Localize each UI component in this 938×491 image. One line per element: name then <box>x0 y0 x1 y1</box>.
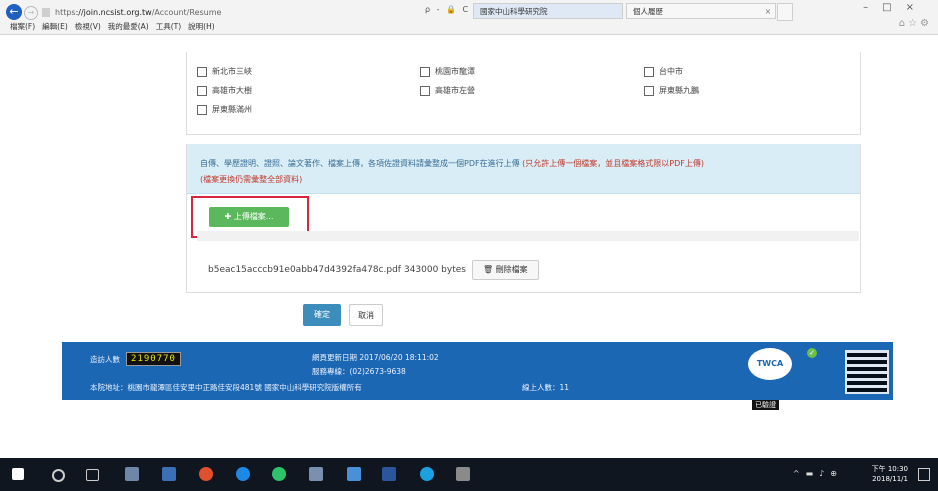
url-scheme: https <box>55 7 76 17</box>
visits-count: 2190770 <box>126 352 181 366</box>
file-size: 343000 bytes <box>403 265 466 275</box>
chrome-icon[interactable] <box>199 467 213 481</box>
toolbar-icons[interactable]: ⌂☆⚙ <box>899 18 932 29</box>
location-option[interactable]: 桃園市龍潭 <box>420 66 475 77</box>
address-actions[interactable]: ρ - 🔒 C <box>425 5 470 14</box>
system-tray-icons[interactable]: ^▬♪⊕ <box>793 469 843 478</box>
notice-note: (檔案更換仍需彙整全部資料) <box>200 175 303 184</box>
menu-edit[interactable]: 編輯(E) <box>42 21 68 32</box>
url-host: ://join.ncsist.org.tw <box>75 7 152 17</box>
location-option[interactable]: 高雄市大樹 <box>197 85 252 96</box>
confirm-button[interactable]: 確定 <box>303 304 341 326</box>
menu-favorites[interactable]: 我的最愛(A) <box>108 21 149 32</box>
notice-highlight: (只允許上傳一個檔案，並且檔案格式限以PDF上傳) <box>522 159 704 168</box>
upload-notice: 自傳、學歷證明、證照、論文著作、檔案上傳，各項佐證資料請彙整成一個PDF在進行上… <box>187 144 860 194</box>
menu-help[interactable]: 說明(H) <box>188 21 215 32</box>
clock-date: 2018/11/1 <box>872 475 908 483</box>
location-label: 高雄市左營 <box>435 86 475 95</box>
tab-label: 個人履歷 <box>633 7 663 16</box>
tab-ncsist[interactable]: 國家中山科學研究院 <box>473 3 623 19</box>
forward-arrow-icon[interactable]: → <box>24 6 38 20</box>
plus-icon: ✚ <box>224 212 234 221</box>
checkbox[interactable] <box>644 66 654 77</box>
delete-file-button[interactable]: 🗑 刪除檔案 <box>471 260 539 280</box>
clock-time: 下午 10:30 <box>871 465 908 473</box>
menu-view[interactable]: 檢視(V) <box>75 21 101 32</box>
start-icon[interactable] <box>12 468 24 480</box>
location-label: 屏東縣九鵬 <box>659 86 699 95</box>
notice-main: 自傳、學歷證明、證照、論文著作、檔案上傳，各項佐證資料請彙整成一個PDF在進行上… <box>200 159 520 168</box>
online-count: 11 <box>559 383 570 392</box>
location-option[interactable]: 高雄市左營 <box>420 85 475 96</box>
window-controls[interactable]: –□× <box>863 2 928 13</box>
app-icon[interactable] <box>162 467 176 481</box>
trash-icon: 🗑 <box>482 265 496 274</box>
uploaded-file-row: b5eac15acccb91e0abb47d4392fa478c.pdf 343… <box>208 260 539 280</box>
location-label: 台中市 <box>659 67 683 76</box>
clock[interactable]: 下午 10:30 2018/11/1 <box>872 464 908 484</box>
page-icon <box>42 7 50 17</box>
file-explorer-icon[interactable] <box>125 467 139 481</box>
location-option[interactable]: 新北市三峽 <box>197 66 252 77</box>
twca-verified-label: 已驗證 <box>752 400 779 410</box>
last-updated: 網頁更新日期 2017/06/20 18:11:02 <box>312 353 439 362</box>
tab-resume[interactable]: 個人履歷 × <box>626 3 776 19</box>
delete-label: 刪除檔案 <box>495 265 528 274</box>
upload-progress-bar <box>197 231 859 241</box>
back-arrow-icon[interactable]: ← <box>6 4 22 20</box>
location-label: 高雄市大樹 <box>212 86 252 95</box>
url-path: /Account/Resume <box>151 7 222 17</box>
new-tab-button[interactable] <box>777 3 793 21</box>
form-actions: 確定 取消 <box>303 304 383 326</box>
checkbox[interactable] <box>644 85 654 96</box>
location-option[interactable]: 台中市 <box>644 66 683 77</box>
app-icon[interactable] <box>309 467 323 481</box>
visit-counter: 造訪人數 2190770 <box>90 352 181 366</box>
location-option[interactable]: 屏東縣滿州 <box>197 104 252 115</box>
location-label: 新北市三峽 <box>212 67 252 76</box>
visits-label: 造訪人數 <box>90 354 120 364</box>
location-label: 屏東縣滿州 <box>212 105 252 114</box>
search-icon[interactable] <box>52 469 65 482</box>
service-phone: 服務專線：(02)2673-9638 <box>312 367 406 376</box>
online-users: 線上人數：11 <box>522 382 569 393</box>
footer-address: 本院地址：桃園市龍潭區佳安里中正路佳安段481號 國家中山科學研究院版權所有 <box>90 383 362 392</box>
checkbox[interactable] <box>197 66 207 77</box>
site-footer: 造訪人數 2190770 網頁更新日期 2017/06/20 18:11:02 … <box>62 342 893 400</box>
checkbox[interactable] <box>420 66 430 77</box>
location-option[interactable]: 屏東縣九鵬 <box>644 85 699 96</box>
word-icon[interactable] <box>382 467 396 481</box>
close-icon[interactable]: × <box>765 4 771 20</box>
checkbox[interactable] <box>420 85 430 96</box>
menu-bar: 檔案(F) 編輯(E) 檢視(V) 我的最愛(A) 工具(T) 說明(H) <box>10 21 215 32</box>
notification-icon[interactable] <box>918 468 930 481</box>
browser-chrome: ← → https://join.ncsist.org.tw/Account/R… <box>0 0 938 35</box>
qr-code-icon <box>845 350 889 394</box>
location-label: 桃園市龍潭 <box>435 67 475 76</box>
notice-text: 自傳、學歷證明、證照、論文著作、檔案上傳，各項佐證資料請彙整成一個PDF在進行上… <box>200 156 850 188</box>
menu-tools[interactable]: 工具(T) <box>156 21 181 32</box>
upload-file-button[interactable]: ✚ 上傳檔案... <box>209 207 289 227</box>
file-name: b5eac15acccb91e0abb47d4392fa478c.pdf <box>208 265 401 275</box>
cancel-button[interactable]: 取消 <box>349 304 383 326</box>
address-bar[interactable]: https://join.ncsist.org.tw/Account/Resum… <box>42 5 452 19</box>
menu-file[interactable]: 檔案(F) <box>10 21 35 32</box>
upload-panel: 自傳、學歷證明、證照、論文著作、檔案上傳，各項佐證資料請彙整成一個PDF在進行上… <box>186 144 861 293</box>
checkbox[interactable] <box>197 104 207 115</box>
app-icon[interactable] <box>456 467 470 481</box>
online-label: 線上人數： <box>522 383 560 392</box>
check-icon: ✓ <box>807 348 817 358</box>
checkbox[interactable] <box>197 85 207 96</box>
windows-taskbar: ^▬♪⊕ 下午 10:30 2018/11/1 <box>0 458 938 491</box>
tab-label: 國家中山科學研究院 <box>480 7 548 16</box>
app-icon[interactable] <box>347 467 361 481</box>
twca-seal-icon[interactable]: TWCA <box>748 348 792 380</box>
location-panel: 新北市三峽 桃園市龍潭 台中市 高雄市大樹 高雄市左營 屏東縣九鵬 屏東縣滿州 <box>186 52 861 135</box>
skype-icon[interactable] <box>236 467 250 481</box>
internet-explorer-icon[interactable] <box>420 467 434 481</box>
line-icon[interactable] <box>272 467 286 481</box>
task-view-icon[interactable] <box>86 469 99 481</box>
upload-label: 上傳檔案... <box>233 212 274 221</box>
